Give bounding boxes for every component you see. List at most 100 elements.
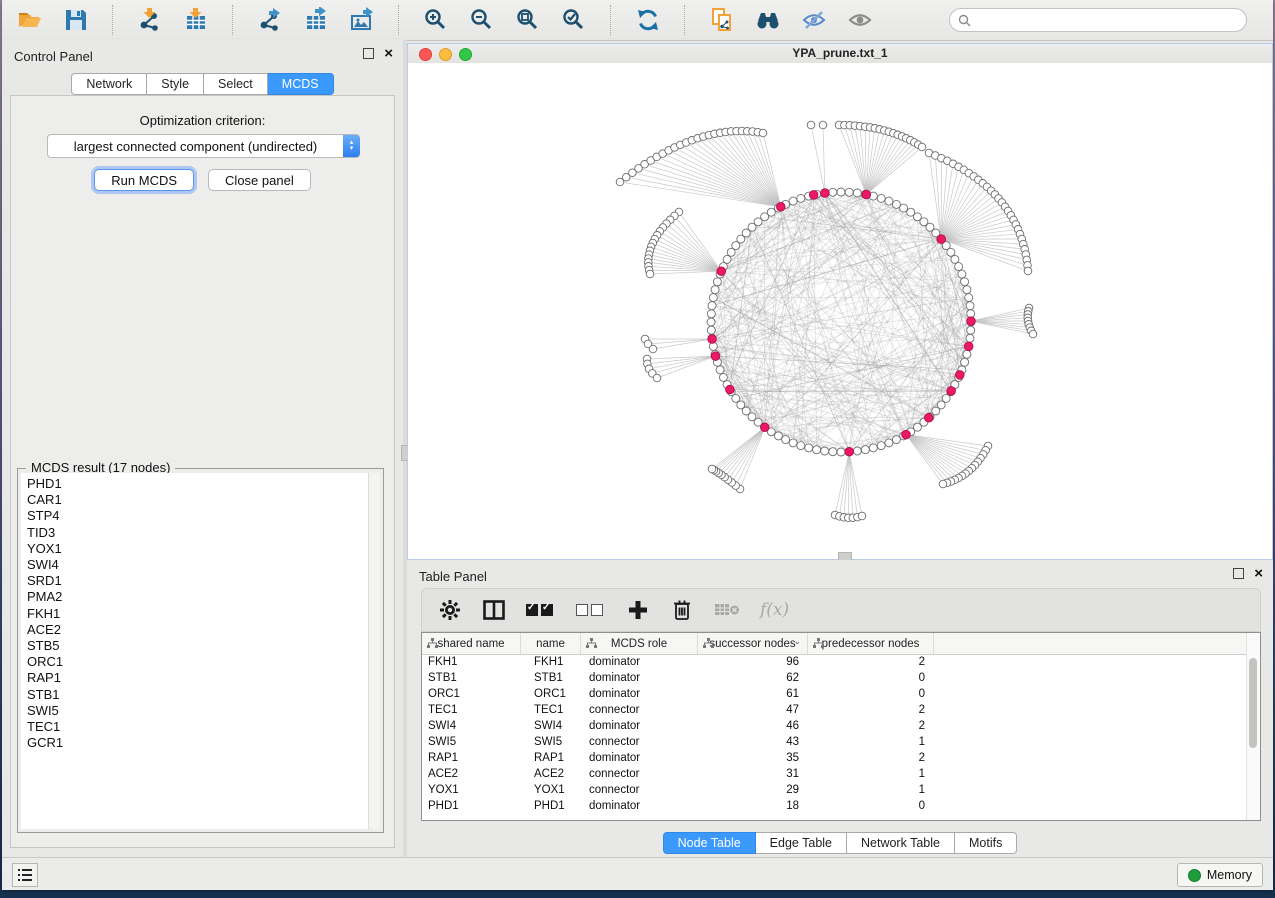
close-table-panel-icon[interactable]: × (1254, 569, 1263, 578)
zoom-out-icon[interactable] (466, 5, 498, 35)
cell-role: connector (581, 766, 698, 782)
mcds-node-item[interactable]: SRD1 (27, 573, 369, 589)
tab-mcds[interactable]: MCDS (268, 73, 334, 95)
table-row-STB1[interactable]: STB1STB1dominator620 (422, 670, 1247, 686)
network-canvas[interactable] (408, 63, 1272, 559)
table-row-FKH1[interactable]: FKH1FKH1dominator962 (422, 654, 1247, 670)
zoom-in-icon[interactable] (420, 5, 452, 35)
show-all-icon[interactable] (844, 5, 876, 35)
tab-network[interactable]: Network (71, 73, 147, 95)
network-window-titlebar[interactable]: YPA_prune.txt_1 (408, 44, 1272, 64)
show-panels-button[interactable] (12, 863, 38, 887)
deselect-all-icon[interactable] (576, 597, 606, 623)
export-image-icon[interactable] (346, 5, 378, 35)
table-row-SWI5[interactable]: SWI5SWI5connector431 (422, 734, 1247, 750)
table-row-ORC1[interactable]: ORC1ORC1dominator610 (422, 686, 1247, 702)
network-graph[interactable] (408, 63, 1272, 559)
tab-network-table[interactable]: Network Table (847, 832, 955, 854)
control-panel-tabs: NetworkStyleSelectMCDS (2, 73, 403, 95)
add-column-icon[interactable] (626, 597, 650, 623)
mcds-node-item[interactable]: CAR1 (27, 492, 369, 508)
close-panel-button[interactable]: Close panel (208, 169, 311, 191)
column-header-name[interactable]: name (521, 633, 581, 654)
cell-name: ACE2 (521, 766, 581, 782)
table-row-PHD1[interactable]: PHD1PHD1dominator180 (422, 798, 1247, 814)
import-network-icon[interactable] (134, 5, 166, 35)
cell-role: dominator (581, 750, 698, 766)
column-header-MCDS-role[interactable]: MCDS role (581, 633, 698, 654)
zoom-selected-icon[interactable] (558, 5, 590, 35)
toolbar-separator (684, 5, 686, 35)
column-header-shared-name[interactable]: shared name (422, 633, 521, 654)
table-scrollbar[interactable] (1246, 633, 1260, 820)
cell-shared_name: RAP1 (422, 750, 521, 766)
memory-button[interactable]: Memory (1177, 863, 1263, 887)
mcds-node-item[interactable]: TID3 (27, 525, 369, 541)
split-columns-icon[interactable] (482, 597, 506, 623)
table-row-YOX1[interactable]: YOX1YOX1connector291 (422, 782, 1247, 798)
refresh-icon[interactable] (632, 5, 664, 35)
cell-name: FKH1 (521, 654, 581, 670)
import-table-icon[interactable] (180, 5, 212, 35)
mcds-node-item[interactable]: RAP1 (27, 670, 369, 686)
open-file-icon[interactable] (14, 5, 46, 35)
delete-column-icon[interactable] (670, 597, 694, 623)
hide-selected-icon[interactable] (798, 5, 830, 35)
tab-style[interactable]: Style (147, 73, 204, 95)
network-title: YPA_prune.txt_1 (408, 46, 1272, 60)
export-network-icon[interactable] (254, 5, 286, 35)
toolbar-separator (398, 5, 400, 35)
run-mcds-button[interactable]: Run MCDS (94, 169, 194, 191)
mcds-result-list[interactable]: PHD1CAR1STP4TID3YOX1SWI4SRD1PMA2FKH1ACE2… (21, 473, 369, 829)
mcds-node-item[interactable]: STB5 (27, 638, 369, 654)
export-table-icon[interactable] (300, 5, 332, 35)
mcds-node-item[interactable]: ACE2 (27, 622, 369, 638)
mcds-node-item[interactable]: PHD1 (27, 476, 369, 492)
mcds-node-item[interactable]: STP4 (27, 508, 369, 524)
close-control-panel-icon[interactable]: × (384, 49, 393, 58)
mcds-node-item[interactable]: SWI5 (27, 703, 369, 719)
mcds-node-item[interactable]: TEC1 (27, 719, 369, 735)
tab-select[interactable]: Select (204, 73, 268, 95)
save-session-icon[interactable] (60, 5, 92, 35)
table-panel: Table Panel × f(x) shared namenameMCDS r… (407, 560, 1273, 858)
memory-status-icon (1188, 869, 1201, 882)
tab-edge-table[interactable]: Edge Table (756, 832, 847, 854)
mcds-node-item[interactable]: FKH1 (27, 606, 369, 622)
mcds-node-item[interactable]: ORC1 (27, 654, 369, 670)
optimization-criterion-select[interactable]: largest connected component (undirected)… (47, 134, 360, 158)
cell-successors: 35 (698, 750, 808, 766)
search-box[interactable] (949, 8, 1247, 32)
mcds-node-item[interactable]: STB1 (27, 687, 369, 703)
table-scrollbar-thumb[interactable] (1249, 658, 1257, 748)
cell-name: STB1 (521, 670, 581, 686)
copy-style-icon[interactable] (706, 5, 738, 35)
search-binoculars-icon[interactable] (752, 5, 784, 35)
cell-predecessors: 1 (808, 782, 934, 798)
mcds-list-scrollbar[interactable] (368, 473, 380, 829)
float-control-panel-icon[interactable] (363, 48, 374, 59)
column-header-successor-nodes[interactable]: successor nodes⌄ (698, 633, 808, 654)
table-row-TEC1[interactable]: TEC1TEC1connector472 (422, 702, 1247, 718)
search-icon (958, 14, 971, 27)
select-all-icon[interactable] (526, 597, 556, 623)
zoom-fit-icon[interactable] (512, 5, 544, 35)
toolbar-separator (112, 5, 114, 35)
cell-role: dominator (581, 686, 698, 702)
mcds-node-item[interactable]: PMA2 (27, 589, 369, 605)
column-header-predecessor-nodes[interactable]: predecessor nodes (808, 633, 934, 654)
cell-shared_name: ACE2 (422, 766, 521, 782)
cell-successors: 18 (698, 798, 808, 814)
tab-node-table[interactable]: Node Table (663, 832, 756, 854)
delete-table-icon (714, 597, 740, 623)
table-row-SWI4[interactable]: SWI4SWI4dominator462 (422, 718, 1247, 734)
mcds-node-item[interactable]: GCR1 (27, 735, 369, 751)
float-table-panel-icon[interactable] (1233, 568, 1244, 579)
tab-motifs[interactable]: Motifs (955, 832, 1017, 854)
table-row-ACE2[interactable]: ACE2ACE2connector311 (422, 766, 1247, 782)
table-row-RAP1[interactable]: RAP1RAP1dominator352 (422, 750, 1247, 766)
mcds-node-item[interactable]: SWI4 (27, 557, 369, 573)
settings-gear-icon[interactable] (438, 597, 462, 623)
search-input[interactable] (976, 12, 1246, 28)
mcds-node-item[interactable]: YOX1 (27, 541, 369, 557)
